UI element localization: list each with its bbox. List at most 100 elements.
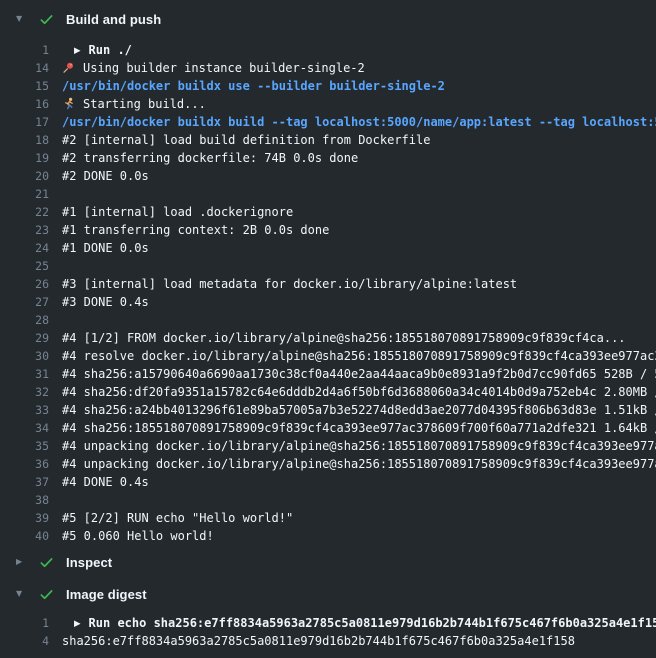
log-line-content: #4 DONE 0.4s (62, 473, 656, 491)
line-number[interactable]: 33 (0, 401, 49, 419)
line-number[interactable]: 38 (0, 491, 49, 509)
log-text: #4 sha256:a24bb4013296f61e89ba57005a7b3e… (62, 403, 656, 417)
log-line-content (62, 185, 656, 203)
log-text: /usr/bin/docker buildx build --tag local… (62, 115, 656, 129)
line-number[interactable]: 34 (0, 419, 49, 437)
line-number[interactable]: 30 (0, 347, 49, 365)
log-line: 1 ▶ Run ./ (0, 41, 656, 59)
log-text: #5 0.060 Hello world! (62, 529, 214, 543)
log-line: 35 #4 unpacking docker.io/library/alpine… (0, 437, 656, 455)
line-number[interactable]: 17 (0, 113, 49, 131)
log-text: Using builder instance builder-single-2 (83, 61, 365, 75)
log-line: 18 #2 [internal] load build definition f… (0, 131, 656, 149)
line-number[interactable]: 26 (0, 275, 49, 293)
log-line-content: sha256:e7ff8834a5963a2785c5a0811e979d16b… (62, 632, 656, 650)
log-line-content: #5 [2/2] RUN echo "Hello world!" (62, 509, 656, 527)
line-number[interactable]: 1 (0, 614, 49, 632)
log-line: 17 /usr/bin/docker buildx build --tag lo… (0, 113, 656, 131)
log-line: 39 #5 [2/2] RUN echo "Hello world!" (0, 509, 656, 527)
section-header-inspect[interactable]: ▶ Inspect (0, 549, 656, 575)
line-number[interactable]: 28 (0, 311, 49, 329)
line-number[interactable]: 32 (0, 383, 49, 401)
log-text: #2 transferring dockerfile: 74B 0.0s don… (62, 151, 358, 165)
line-number[interactable]: 36 (0, 455, 49, 473)
log-line-content: #3 DONE 0.4s (62, 293, 656, 311)
log-line-content: #4 unpacking docker.io/library/alpine@sh… (62, 455, 656, 473)
line-number[interactable]: 15 (0, 77, 49, 95)
line-number[interactable]: 20 (0, 167, 49, 185)
log-line-content (62, 491, 656, 509)
line-number[interactable]: 16 (0, 95, 49, 113)
line-number[interactable]: 31 (0, 365, 49, 383)
line-number[interactable]: 19 (0, 149, 49, 167)
log-line-content: #4 sha256:a24bb4013296f61e89ba57005a7b3e… (62, 401, 656, 419)
log-line-content: Using builder instance builder-single-2 (62, 59, 656, 77)
log-line-content: #4 resolve docker.io/library/alpine@sha2… (62, 347, 656, 365)
line-number[interactable]: 18 (0, 131, 49, 149)
line-number[interactable]: 40 (0, 527, 49, 545)
log-line-content: #5 0.060 Hello world! (62, 527, 656, 545)
runner-icon (62, 97, 76, 110)
line-number[interactable]: 35 (0, 437, 49, 455)
line-number[interactable]: 1 (0, 41, 49, 59)
line-number[interactable]: 39 (0, 509, 49, 527)
log-group-toggle[interactable]: ▶ Run ./ (62, 41, 656, 59)
section-header-image-digest[interactable]: ▼ Image digest (0, 581, 656, 607)
log-line: 40 #5 0.060 Hello world! (0, 527, 656, 545)
log-line: 21 (0, 185, 656, 203)
line-number[interactable]: 24 (0, 239, 49, 257)
line-number[interactable]: 4 (0, 632, 49, 650)
line-number[interactable]: 21 (0, 185, 49, 203)
log-line: 26 #3 [internal] load metadata for docke… (0, 275, 656, 293)
log-line-content (62, 257, 656, 275)
line-number[interactable]: 37 (0, 473, 49, 491)
log-text: #1 transferring context: 2B 0.0s done (62, 223, 329, 237)
log-line: 38 (0, 491, 656, 509)
log-line-content: Starting build... (62, 95, 656, 113)
log-line-content (62, 311, 656, 329)
log-line: 33 #4 sha256:a24bb4013296f61e89ba57005a7… (0, 401, 656, 419)
log-text: #2 DONE 0.0s (62, 169, 149, 183)
line-number[interactable]: 14 (0, 59, 49, 77)
line-number[interactable]: 25 (0, 257, 49, 275)
section-header-build-and-push[interactable]: ▼ Build and push (0, 6, 656, 32)
chevron-right-icon: ▶ (16, 549, 28, 575)
log-text: #1 DONE 0.0s (62, 241, 149, 255)
log-block-build-and-push: 1 ▶ Run ./ 14 Using builder instance buil… (0, 32, 656, 549)
log-text: #3 DONE 0.4s (62, 295, 149, 309)
log-line-content: #1 transferring context: 2B 0.0s done (62, 221, 656, 239)
log-line-content: #3 [internal] load metadata for docker.i… (62, 275, 656, 293)
log-block-image-digest: 1 ▶Run echo sha256:e7ff8834a5963a2785c5a… (0, 607, 656, 658)
log-line: 31 #4 sha256:a15790640a6690aa1730c38cf0a… (0, 365, 656, 383)
log-line-content: #2 transferring dockerfile: 74B 0.0s don… (62, 149, 656, 167)
log-text: #4 [1/2] FROM docker.io/library/alpine@s… (62, 331, 626, 345)
log-line-content: #4 unpacking docker.io/library/alpine@sh… (62, 437, 656, 455)
group-arrow-icon: ▶ (74, 615, 81, 632)
log-line: 15 /usr/bin/docker buildx use --builder … (0, 77, 656, 95)
log-line-content: /usr/bin/docker buildx build --tag local… (62, 113, 656, 131)
line-number[interactable]: 27 (0, 293, 49, 311)
log-line-content: #2 [internal] load build definition from… (62, 131, 656, 149)
log-line: 32 #4 sha256:df20fa9351a15782c64e6dddb2d… (0, 383, 656, 401)
check-icon (39, 587, 54, 602)
log-text: sha256:e7ff8834a5963a2785c5a0811e979d16b… (62, 634, 575, 648)
line-number[interactable]: 22 (0, 203, 49, 221)
log-group-toggle[interactable]: ▶Run echo sha256:e7ff8834a5963a2785c5a08… (62, 614, 656, 632)
line-number[interactable]: 29 (0, 329, 49, 347)
line-number[interactable]: 23 (0, 221, 49, 239)
log-line: 28 (0, 311, 656, 329)
group-title: Run ./ (89, 43, 132, 57)
section-title: Inspect (66, 555, 112, 570)
log-line-content: #4 sha256:df20fa9351a15782c64e6dddb2d4a6… (62, 383, 656, 401)
log-text: #2 [internal] load build definition from… (62, 133, 430, 147)
section-title: Image digest (66, 587, 147, 602)
log-line: 37 #4 DONE 0.4s (0, 473, 656, 491)
log-text: #4 DONE 0.4s (62, 475, 149, 489)
workflow-log-viewer: ▼ Build and push 1 ▶Run ./ 14 Using buil… (0, 0, 656, 658)
log-line: 36 #4 unpacking docker.io/library/alpine… (0, 455, 656, 473)
check-icon (39, 555, 54, 570)
group-arrow-icon: ▶ (74, 42, 81, 59)
log-line: 29 #4 [1/2] FROM docker.io/library/alpin… (0, 329, 656, 347)
log-line: 22 #1 [internal] load .dockerignore (0, 203, 656, 221)
log-line-content: #4 sha256:a15790640a6690aa1730c38cf0a440… (62, 365, 656, 383)
